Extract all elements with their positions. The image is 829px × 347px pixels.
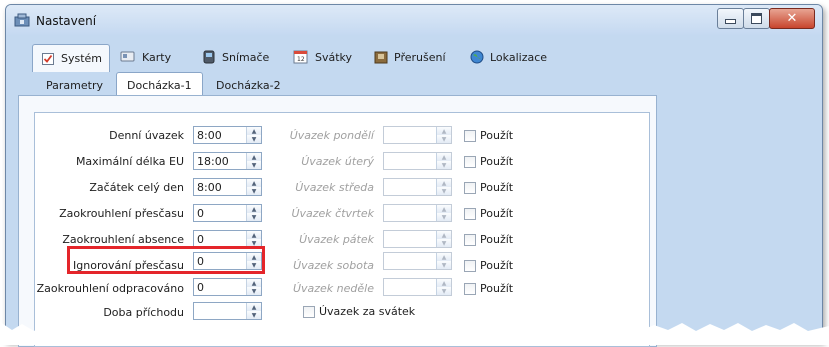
torn-edge [0, 322, 829, 345]
